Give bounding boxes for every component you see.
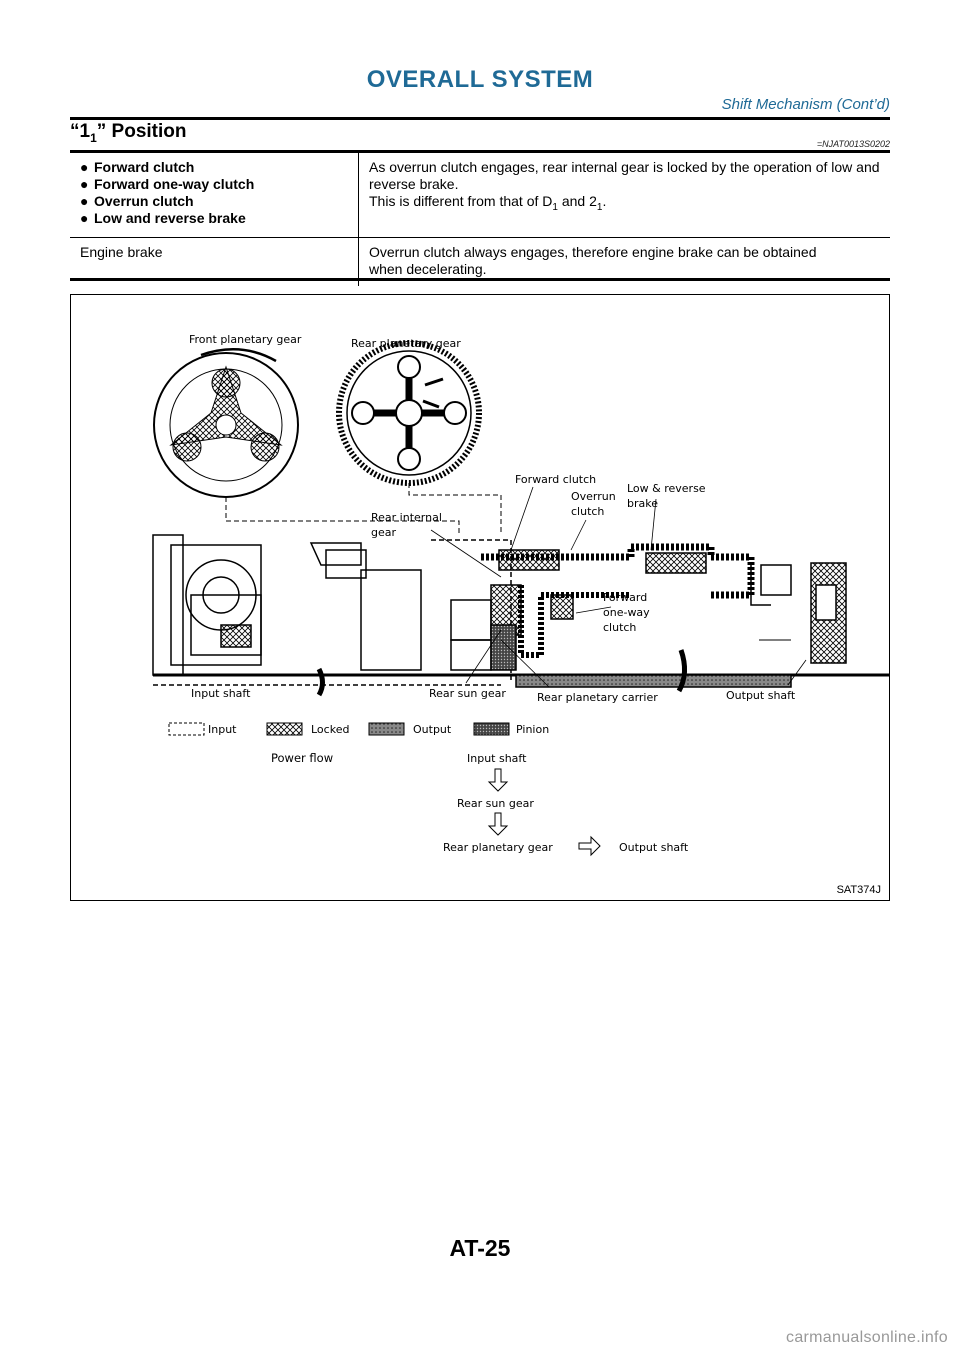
power-flow-step-2: Rear sun gear	[457, 797, 534, 810]
bullet-icon: ●	[80, 193, 89, 209]
bullet-icon: ●	[80, 176, 89, 192]
power-flow-step-3: Rear planetary gear	[443, 841, 553, 854]
rotation-arrow-icon	[676, 649, 687, 693]
section-heading: “11” Position	[70, 121, 187, 145]
table-row: ● Forward clutch ● Forward one-way clutch …	[70, 153, 890, 238]
table-bottom-rule	[70, 278, 890, 281]
label-forward: Forward	[603, 591, 647, 604]
engaged-items-list: ● Forward clutch ● Forward one-way clutch …	[80, 159, 350, 227]
label-rear-sun-gear: Rear sun gear	[429, 687, 506, 700]
rotation-arrow-icon	[316, 667, 325, 697]
label-brake: brake	[627, 497, 658, 510]
section-code: =NJAT0013S0202	[816, 139, 890, 149]
bullet-icon: ●	[80, 210, 89, 226]
label-rear-internal: Rear internal	[371, 511, 442, 524]
list-item: ● Forward clutch	[80, 159, 195, 175]
list-item: ● Forward one-way clutch	[80, 176, 255, 192]
page-number: AT-25	[449, 1235, 511, 1261]
header-rule	[70, 117, 890, 120]
bullet-icon: ●	[80, 159, 89, 175]
label-overrun: Overrun	[571, 490, 616, 503]
label-output-shaft: Output shaft	[726, 689, 796, 702]
legend-output-label: Output	[413, 723, 452, 736]
power-flow-step-1: Input shaft	[467, 752, 527, 765]
list-item: ● Low and reverse brake	[80, 210, 246, 226]
label-front-planetary: Front planetary gear	[189, 333, 302, 346]
header-title: OVERALL SYSTEM	[366, 66, 594, 93]
legend-pinion-swatch	[473, 722, 510, 736]
list-item: ● Overrun clutch	[80, 193, 194, 209]
description-line: reverse brake.	[369, 176, 459, 192]
transmission-section	[152, 534, 891, 688]
label-input-shaft: Input shaft	[191, 687, 251, 700]
legend-output-swatch	[368, 722, 405, 736]
label-one-way: one-way	[603, 606, 650, 619]
power-flow-step-4: Output shaft	[619, 841, 689, 854]
label-low-reverse: Low & reverse	[627, 482, 706, 495]
label-forward-clutch: Forward clutch	[515, 473, 596, 486]
watermark: carmanualsonline.info	[786, 1329, 948, 1346]
legend-input-swatch	[168, 722, 205, 736]
description-line: This is different from that of D1 and 21…	[369, 193, 607, 213]
engaged-items-cell: ● Forward clutch ● Forward one-way clutch …	[70, 153, 359, 238]
header-subtitle: Shift Mechanism (Cont’d)	[721, 96, 890, 113]
label-gear: gear	[371, 526, 396, 539]
legend-locked-label: Locked	[311, 723, 349, 736]
description-cell: As overrun clutch engages, rear internal…	[358, 153, 890, 238]
spec-table: ● Forward clutch ● Forward one-way clutch …	[70, 153, 890, 286]
label-rear-planetary: Rear planetary gear	[351, 337, 461, 350]
down-arrow-icon	[487, 768, 509, 792]
input-path-dashed	[225, 483, 502, 535]
legend-pinion-label: Pinion	[516, 723, 549, 736]
power-flow: Power flow Input shaft Rear sun gear Rea…	[271, 751, 689, 857]
power-flow-title: Power flow	[271, 751, 333, 765]
right-arrow-icon	[578, 835, 601, 857]
front-planetary-gear	[153, 348, 299, 498]
legend-locked-swatch	[266, 722, 303, 736]
legend: Input Locked Output Pinion	[168, 722, 549, 736]
figure-code: SAT374J	[836, 884, 881, 896]
label-overrun-clutch: clutch	[571, 505, 604, 518]
label-rear-planetary-carrier: Rear planetary carrier	[537, 691, 658, 704]
label-one-way-clutch: clutch	[603, 621, 636, 634]
description-line: As overrun clutch engages, rear internal…	[369, 159, 880, 175]
legend-input-label: Input	[208, 723, 237, 736]
down-arrow-icon	[487, 812, 509, 836]
rear-planetary-gear	[336, 340, 482, 486]
shift-mechanism-figure: Front planetary gear Rear planetary gear…	[70, 294, 891, 901]
diagram-svg: Front planetary gear Rear planetary gear…	[152, 333, 891, 857]
